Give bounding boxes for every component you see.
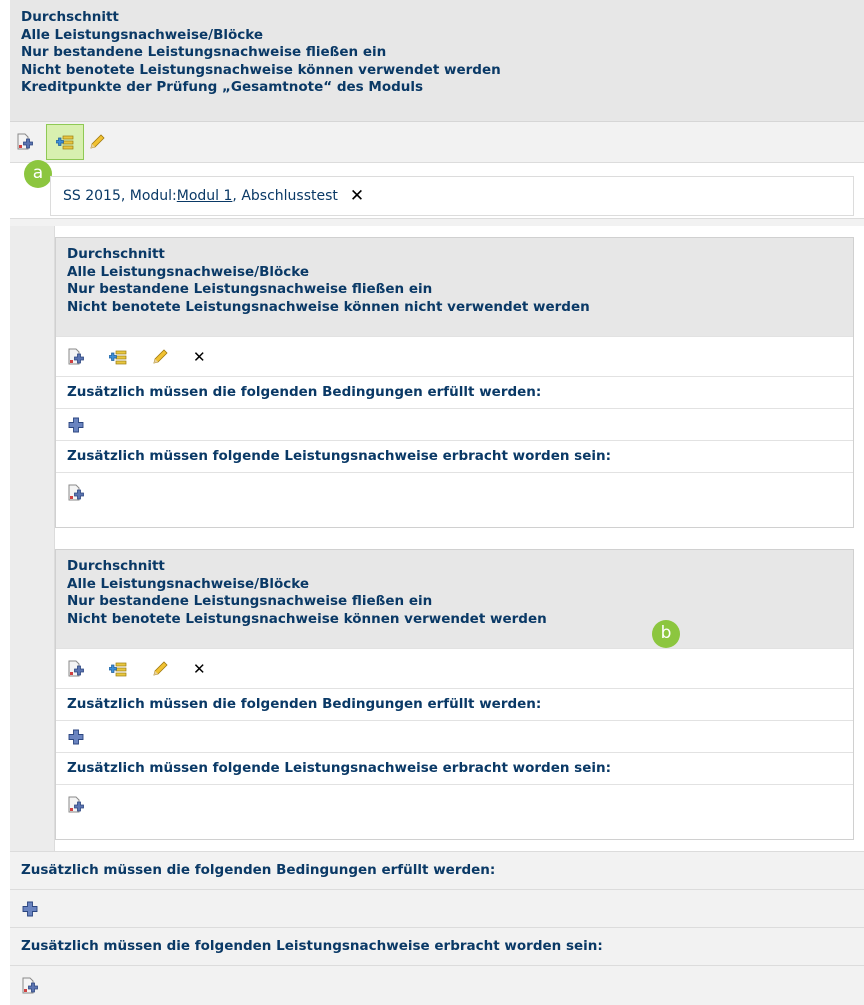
add-document-icon[interactable] <box>16 133 34 151</box>
add-document-icon[interactable] <box>67 660 85 678</box>
rule-credits: Kreditpunkte der Prüfung „Gesamtnote“ de… <box>21 79 424 95</box>
add-cross-icon[interactable] <box>21 900 39 918</box>
sub-rule-toolbar: ✕ <box>56 648 853 688</box>
add-list-button[interactable] <box>46 124 84 160</box>
conditions-add-row <box>56 408 853 440</box>
sub-rule-passed: Nur bestandene Leistungsnachweise fließe… <box>67 593 433 609</box>
rule-passed: Nur bestandene Leistungsnachweise fließe… <box>21 44 387 60</box>
achievements-label: Zusätzlich müssen folgende Leistungsnach… <box>67 447 612 464</box>
outer-achievements-add-row <box>10 965 864 1005</box>
add-document-icon[interactable] <box>67 348 85 366</box>
remove-icon[interactable]: ✕ <box>193 660 206 678</box>
selected-prefix: SS 2015, Modul: <box>63 188 177 204</box>
sub-rule-block-2: Durchschnitt Alle Leistungsnachweise/Blö… <box>55 549 854 840</box>
conditions-label-row: Zusätzlich müssen die folgenden Bedingun… <box>56 688 853 720</box>
module-link[interactable]: Modul 1 <box>177 188 233 204</box>
sub-rule-toolbar: ✕ <box>56 336 853 376</box>
achievements-label: Zusätzlich müssen folgende Leistungsnach… <box>67 759 612 776</box>
outer-conditions-label-row: Zusätzlich müssen die folgenden Bedingun… <box>10 851 864 889</box>
spacer <box>10 218 864 226</box>
indent-column <box>10 226 55 851</box>
add-cross-icon[interactable] <box>67 416 85 434</box>
conditions-add-row <box>56 720 853 752</box>
badge-b: b <box>652 620 680 648</box>
rule-type: Durchschnitt <box>21 9 119 25</box>
outer-achievements-label-row: Zusätzlich müssen die folgenden Leistung… <box>10 927 864 965</box>
sub-rule-passed: Nur bestandene Leistungsnachweise fließe… <box>67 281 433 297</box>
add-list-icon[interactable] <box>109 348 127 366</box>
selected-achievement: SS 2015, Modul: Modul 1 , Abschlusstest … <box>50 176 854 216</box>
achievements-add-row <box>56 472 853 513</box>
achievements-label-row: Zusätzlich müssen folgende Leistungsnach… <box>56 440 853 472</box>
remove-icon[interactable]: ✕ <box>350 186 364 206</box>
add-cross-icon[interactable] <box>67 728 85 746</box>
sub-rule-type: Durchschnitt <box>67 558 165 574</box>
add-document-icon[interactable] <box>67 796 85 814</box>
pencil-icon[interactable] <box>151 660 169 678</box>
rule-ungraded: Nicht benotete Leistungsnachweise können… <box>21 61 501 78</box>
conditions-label-row: Zusätzlich müssen die folgenden Bedingun… <box>56 376 853 408</box>
rule-header: Durchschnitt Alle Leistungsnachweise/Blö… <box>10 0 864 122</box>
conditions-label: Zusätzlich müssen die folgenden Bedingun… <box>67 695 542 712</box>
rule-toolbar <box>10 122 864 163</box>
sub-rule-block-1: Durchschnitt Alle Leistungsnachweise/Blö… <box>55 237 854 528</box>
add-document-icon[interactable] <box>21 977 39 995</box>
rule-scope: Alle Leistungsnachweise/Blöcke <box>21 26 264 43</box>
achievements-add-row <box>56 784 853 825</box>
conditions-label: Zusätzlich müssen die folgenden Bedingun… <box>21 861 496 878</box>
sub-rule-scope: Alle Leistungsnachweise/Blöcke <box>67 263 310 280</box>
pencil-icon[interactable] <box>88 133 106 151</box>
sub-rule-scope: Alle Leistungsnachweise/Blöcke <box>67 575 310 592</box>
achievements-label: Zusätzlich müssen die folgenden Leistung… <box>21 937 603 954</box>
add-list-icon[interactable] <box>109 660 127 678</box>
badge-a: a <box>24 160 52 188</box>
sub-rule-type: Durchschnitt <box>67 246 165 262</box>
sub-rule-ungraded: Nicht benotete Leistungsnachweise können… <box>67 298 590 315</box>
achievements-label-row: Zusätzlich müssen folgende Leistungsnach… <box>56 752 853 784</box>
sub-rule-ungraded: Nicht benotete Leistungsnachweise können… <box>67 610 547 627</box>
add-list-icon <box>56 133 74 151</box>
add-document-icon[interactable] <box>67 484 85 502</box>
outer-conditions-add-row <box>10 889 864 927</box>
sub-rule-header: Durchschnitt Alle Leistungsnachweise/Blö… <box>56 550 853 648</box>
pencil-icon[interactable] <box>151 348 169 366</box>
selected-suffix: , Abschlusstest <box>232 188 338 204</box>
conditions-label: Zusätzlich müssen die folgenden Bedingun… <box>67 383 542 400</box>
remove-icon[interactable]: ✕ <box>193 348 206 366</box>
sub-rule-header: Durchschnitt Alle Leistungsnachweise/Blö… <box>56 238 853 336</box>
